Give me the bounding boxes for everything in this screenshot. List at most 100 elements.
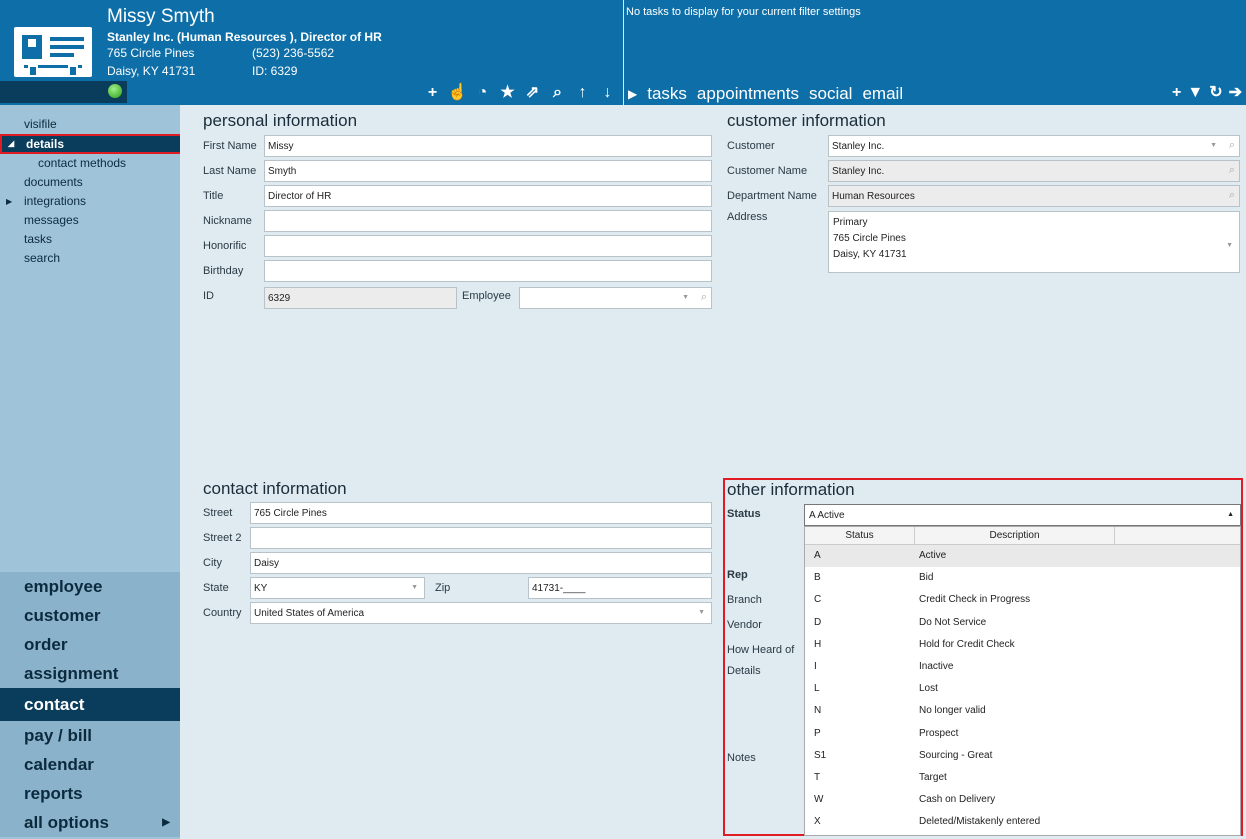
address-street: 765 Circle Pines [833, 233, 906, 244]
nav-item-label: order [24, 635, 68, 654]
status-option[interactable]: H Hold for Credit Check [805, 634, 1240, 656]
city-field[interactable]: Daisy [250, 552, 712, 574]
nav-item-employee[interactable]: employee [0, 572, 180, 601]
nav-item-label: reports [24, 784, 83, 803]
option-description: Deleted/Mistakenly entered [919, 816, 1041, 828]
play-icon[interactable]: ▶ [628, 82, 637, 106]
tab-email[interactable]: email [862, 82, 903, 106]
nav-item-assignment[interactable]: assignment [0, 659, 180, 688]
option-code: S1 [814, 749, 827, 761]
address-field[interactable]: Primary 765 Circle Pines Daisy, KY 41731… [828, 211, 1240, 273]
column-description: Description [915, 527, 1115, 544]
pie-icon[interactable]: ◔ [470, 82, 495, 104]
chevron-up-icon[interactable]: ▲ [1227, 511, 1234, 518]
sidebar-item-details[interactable]: ◢ details [0, 134, 196, 154]
expand-icon[interactable]: ▶ [6, 192, 12, 211]
sidebar-nav: visifile ◢ details contact methods documents… [0, 115, 196, 268]
sidebar-item-tasks[interactable]: tasks [0, 230, 180, 249]
nav-item-pay-bill[interactable]: pay / bill [0, 721, 180, 750]
zip-field[interactable]: 41731-____ [528, 577, 712, 599]
country-label: Country [203, 607, 242, 619]
nav-item-calendar[interactable]: calendar [0, 750, 180, 779]
branch-label: Branch [727, 594, 762, 606]
record-street: 765 Circle Pines [107, 46, 195, 60]
refresh-icon[interactable]: ↻ [1209, 82, 1222, 104]
sidebar-item-contact-methods[interactable]: contact methods [0, 154, 180, 173]
status-option[interactable]: N No longer valid [805, 700, 1240, 722]
nav-item-label: all options [24, 813, 109, 832]
external-link-icon[interactable]: ⇗ [520, 82, 545, 104]
arrow-right-icon[interactable]: ➔ [1229, 82, 1242, 104]
arrow-up-icon[interactable]: ↑ [570, 82, 595, 104]
nav-item-order[interactable]: order [0, 630, 180, 659]
sidebar-item-messages[interactable]: messages [0, 211, 180, 230]
star-icon[interactable]: ★ [495, 82, 520, 104]
option-description: No longer valid [919, 705, 986, 717]
honorific-label: Honorific [203, 240, 247, 252]
filter-icon[interactable]: ▼ [1187, 82, 1203, 104]
tab-tasks[interactable]: tasks [647, 82, 687, 106]
nav-item-label: pay / bill [24, 726, 93, 745]
honorific-field[interactable] [264, 235, 712, 257]
status-select[interactable]: A Active ▲ [804, 504, 1241, 526]
status-option[interactable]: X Deleted/Mistakenly entered [805, 811, 1240, 833]
status-option[interactable]: T Target [805, 767, 1240, 789]
plus-icon[interactable]: + [1172, 82, 1181, 104]
arrow-down-icon[interactable]: ↓ [595, 82, 620, 104]
chevron-down-icon[interactable]: ▼ [698, 609, 705, 616]
expanded-icon[interactable]: ◢ [8, 136, 14, 152]
personal-section-title: personal information [203, 111, 358, 130]
status-option[interactable]: A Active [805, 545, 1240, 568]
option-code: H [814, 638, 822, 650]
chevron-down-icon[interactable]: ▼ [411, 584, 418, 591]
contact-section-title: contact information [203, 479, 347, 498]
search-icon[interactable]: ⌕ [701, 291, 707, 304]
sidebar-item-visifile[interactable]: visifile [0, 115, 180, 134]
country-field[interactable]: United States of America ▼ [250, 602, 712, 624]
tab-social[interactable]: social [809, 82, 852, 106]
nav-item-all-options[interactable]: all options ▶ [0, 808, 180, 837]
birthday-field[interactable] [264, 260, 712, 282]
employee-field[interactable]: ▼ ⌕ [519, 287, 712, 309]
chevron-down-icon[interactable]: ▼ [1210, 142, 1217, 149]
status-option[interactable]: W Cash on Delivery [805, 789, 1240, 811]
chevron-down-icon[interactable]: ▼ [682, 294, 689, 301]
nickname-field[interactable] [264, 210, 712, 232]
sidebar-item-search[interactable]: search [0, 249, 180, 268]
sidebar-item-label: contact methods [38, 156, 127, 170]
last-name-field[interactable]: Smyth [264, 160, 712, 182]
state-field[interactable]: KY ▼ [250, 577, 425, 599]
status-option[interactable]: P Prospect [805, 723, 1240, 745]
search-icon[interactable]: ⌕ [1229, 139, 1235, 152]
status-option[interactable]: I Inactive [805, 656, 1240, 678]
street-field[interactable]: 765 Circle Pines [250, 502, 712, 524]
search-icon[interactable]: ⌕ [1229, 164, 1235, 177]
title-field[interactable]: Director of HR [264, 185, 712, 207]
expand-icon[interactable]: ▶ [162, 808, 170, 837]
first-name-field[interactable]: Missy [264, 135, 712, 157]
search-icon[interactable]: ⌕ [545, 82, 570, 104]
sidebar-item-documents[interactable]: documents [0, 173, 180, 192]
nav-item-reports[interactable]: reports [0, 779, 180, 808]
nav-item-contact[interactable]: contact [0, 688, 194, 721]
chevron-down-icon[interactable]: ▼ [1226, 238, 1233, 254]
status-dropdown-list: Status Description A Active B Bid C Credit Che… [804, 526, 1241, 836]
main-nav: employee customer order assignment contact pa… [0, 572, 194, 837]
nav-item-customer[interactable]: customer [0, 601, 180, 630]
status-option[interactable]: D Do Not Service [805, 612, 1240, 634]
status-option[interactable]: L Lost [805, 678, 1240, 700]
plus-icon[interactable]: + [420, 82, 445, 104]
status-option[interactable]: B Bid [805, 567, 1240, 589]
column-status: Status [805, 527, 915, 544]
department-label: Department Name [727, 190, 817, 202]
customer-label: Customer [727, 140, 775, 152]
customer-field[interactable]: Stanley Inc. ▼ ⌕ [828, 135, 1240, 157]
status-option[interactable]: S1 Sourcing - Great [805, 745, 1240, 767]
city-label: City [203, 557, 222, 569]
status-option[interactable]: C Credit Check in Progress [805, 589, 1240, 611]
tab-appointments[interactable]: appointments [697, 82, 799, 106]
street2-field[interactable] [250, 527, 712, 549]
sidebar-item-integrations[interactable]: ▶ integrations [0, 192, 180, 211]
search-icon[interactable]: ⌕ [1229, 189, 1235, 202]
pointer-icon[interactable]: ☝ [445, 82, 470, 104]
